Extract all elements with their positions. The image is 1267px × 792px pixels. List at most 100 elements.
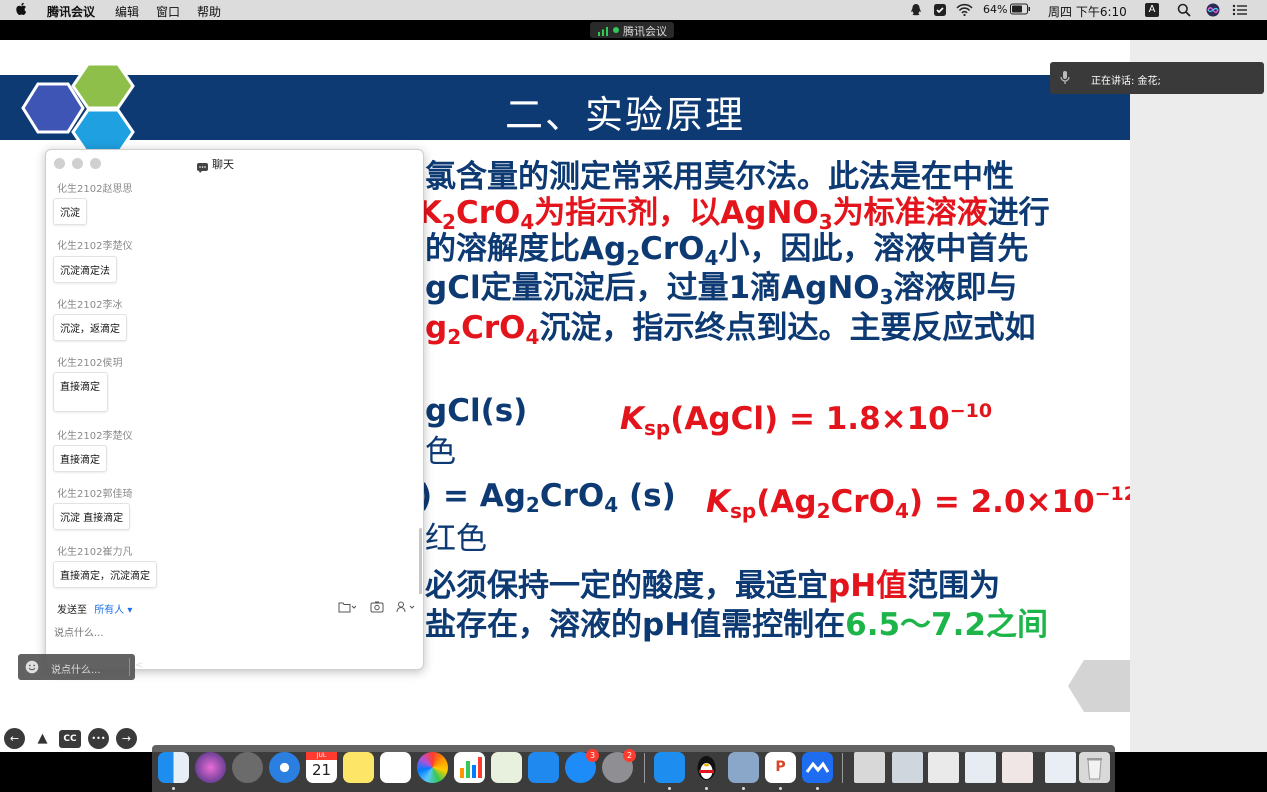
window-thumbnail-icon[interactable] bbox=[892, 752, 923, 783]
window-thumbnail-icon[interactable] bbox=[1002, 752, 1033, 783]
previous-slide-button[interactable]: ← bbox=[4, 728, 25, 749]
notes-icon[interactable] bbox=[343, 752, 374, 783]
window-close-button[interactable] bbox=[54, 158, 65, 169]
numbers-chart-icon[interactable] bbox=[454, 752, 485, 783]
menu-edit[interactable]: 编辑 bbox=[115, 3, 139, 20]
collapse-chevron-icon[interactable]: < bbox=[135, 660, 143, 671]
window-thumbnail-icon[interactable] bbox=[928, 752, 959, 783]
message-sender: 化生2102李冰 bbox=[57, 300, 123, 311]
window-thumbnail-icon[interactable] bbox=[965, 752, 996, 783]
equation-2-ksp: Ksp(Ag2CrO4) = 2.0×10−12 bbox=[706, 476, 1130, 529]
superscript: −12 bbox=[1094, 483, 1130, 505]
message-bubble[interactable]: 直接滴定 bbox=[53, 445, 107, 472]
calendar-icon[interactable]: JUL 21 bbox=[306, 752, 337, 783]
slide-line-1: 氯含量的测定常采用莫尔法。此法是在中性 bbox=[425, 159, 1014, 195]
dock-separator bbox=[644, 753, 645, 783]
finder-icon[interactable] bbox=[158, 752, 189, 783]
calendar-day: 21 bbox=[311, 761, 332, 779]
running-indicator bbox=[779, 787, 782, 790]
subscript: 4 bbox=[704, 246, 719, 270]
battery-icon[interactable] bbox=[1010, 3, 1032, 17]
text-fragment: 进行 bbox=[987, 195, 1050, 231]
chat-scrollbar[interactable] bbox=[419, 528, 422, 594]
equation-2-left: ) = Ag2CrO4 (s) bbox=[418, 478, 676, 523]
message-bubble[interactable]: 沉淀 直接滴定 bbox=[53, 503, 131, 530]
running-indicator bbox=[172, 787, 175, 790]
microphone-icon bbox=[1060, 70, 1070, 89]
preview-icon[interactable] bbox=[728, 752, 759, 783]
tencent-qq-status-icon[interactable] bbox=[909, 3, 923, 17]
text-fragment: 小，因此，溶液中首先 bbox=[718, 231, 1029, 267]
send-to-recipient-dropdown[interactable]: 所有人 ▾ bbox=[94, 605, 132, 616]
message-bubble[interactable]: 沉淀滴定法 bbox=[53, 256, 117, 283]
siri-icon[interactable] bbox=[1206, 3, 1220, 17]
chat-message-input[interactable] bbox=[54, 624, 414, 642]
text-fragment: 的溶解度比Ag bbox=[425, 231, 627, 267]
photos-icon[interactable] bbox=[417, 752, 448, 783]
tencent-meeting-icon[interactable] bbox=[802, 752, 833, 783]
running-indicator bbox=[668, 787, 671, 790]
dingtalk-icon[interactable] bbox=[654, 752, 685, 783]
input-method-indicator[interactable]: A bbox=[1145, 3, 1159, 17]
laser-pointer-icon[interactable]: ▲ bbox=[32, 728, 53, 749]
folder-icon[interactable] bbox=[338, 601, 357, 616]
launchpad-rocket-icon[interactable] bbox=[232, 752, 263, 783]
text-fragment: CrO bbox=[461, 310, 526, 346]
wifi-icon[interactable] bbox=[956, 3, 974, 17]
safari-compass-icon[interactable] bbox=[269, 752, 300, 783]
keynote-icon[interactable] bbox=[528, 752, 559, 783]
subscript: 4 bbox=[604, 493, 619, 517]
text-fragment: 盐存在，溶液的pH值需控制在 bbox=[425, 607, 846, 643]
menu-window[interactable]: 窗口 bbox=[156, 3, 180, 20]
reminders-icon[interactable] bbox=[380, 752, 411, 783]
vpn-icon[interactable] bbox=[933, 3, 947, 17]
member-settings-icon[interactable] bbox=[396, 601, 416, 616]
spotlight-search-icon[interactable] bbox=[1177, 3, 1191, 17]
message-bubble[interactable]: 沉淀，返滴定 bbox=[53, 314, 127, 341]
floating-input-placeholder: 说点什么... bbox=[51, 665, 101, 676]
subscript: 2 bbox=[816, 499, 831, 523]
superscript: −10 bbox=[949, 400, 993, 422]
text-fragment: 沉淀，指示终点到达。主要反应式如 bbox=[539, 310, 1036, 346]
battery-percent: 64% bbox=[983, 3, 1008, 16]
message-bubble[interactable]: 直接滴定，沉淀滴定 bbox=[53, 561, 157, 588]
text-fragment: 溶液即与 bbox=[893, 270, 1018, 306]
clock-datetime[interactable]: 周四 下午6:10 bbox=[1048, 3, 1127, 20]
qq-penguin-icon[interactable] bbox=[691, 752, 722, 783]
screenshot-icon[interactable] bbox=[370, 601, 384, 616]
active-speaker-indicator: 正在讲话: 金花; bbox=[1050, 62, 1264, 94]
message-sender: 化生2102赵思思 bbox=[57, 184, 133, 195]
message-bubble[interactable]: 直接滴定 bbox=[53, 372, 108, 412]
text-fragment: CrO bbox=[539, 478, 605, 514]
message-bubble[interactable]: 沉淀 bbox=[53, 198, 87, 225]
apple-logo-icon[interactable] bbox=[16, 2, 28, 20]
window-minimize-button[interactable] bbox=[72, 158, 83, 169]
chat-panel: 聊天 化生2102赵思思 沉淀 化生2102李楚仪 沉淀滴定法 化生2102李冰… bbox=[45, 149, 424, 670]
subscript: 2 bbox=[626, 246, 641, 270]
message-sender: 化生2102李楚仪 bbox=[57, 431, 133, 442]
more-options-button[interactable]: ••• bbox=[88, 728, 109, 749]
closed-caption-button[interactable]: CC bbox=[59, 730, 81, 748]
window-thumbnail-icon[interactable] bbox=[1045, 752, 1076, 783]
subscript: sp bbox=[730, 499, 757, 523]
window-zoom-button[interactable] bbox=[90, 158, 101, 169]
chat-message-list[interactable]: 化生2102赵思思 沉淀 化生2102李楚仪 沉淀滴定法 化生2102李冰 沉淀… bbox=[46, 176, 423, 594]
trash-icon[interactable] bbox=[1079, 752, 1110, 783]
meeting-info-pill[interactable]: 腾讯会议 bbox=[590, 22, 674, 38]
equation-1-ksp: Ksp(AgCl) = 1.8×10−10 bbox=[620, 393, 992, 446]
floating-chat-input[interactable]: 说点什么... < bbox=[18, 654, 143, 680]
menu-app-name[interactable]: 腾讯会议 bbox=[47, 3, 95, 20]
maps-icon[interactable] bbox=[491, 752, 522, 783]
emoji-icon[interactable] bbox=[25, 660, 39, 677]
notification-center-icon[interactable] bbox=[1232, 3, 1248, 17]
next-slide-button[interactable]: → bbox=[116, 728, 137, 749]
powerpoint-icon[interactable]: P bbox=[765, 752, 796, 783]
calendar-month: JUL bbox=[306, 752, 337, 760]
text-fragment: g bbox=[425, 310, 448, 346]
document-thumbnail-icon[interactable] bbox=[854, 752, 885, 783]
siri-icon[interactable] bbox=[195, 752, 226, 783]
subscript: 4 bbox=[525, 325, 540, 349]
menu-help[interactable]: 帮助 bbox=[197, 3, 221, 20]
network-signal-icon bbox=[598, 26, 608, 36]
send-to-recipient: 所有人 bbox=[94, 605, 125, 616]
